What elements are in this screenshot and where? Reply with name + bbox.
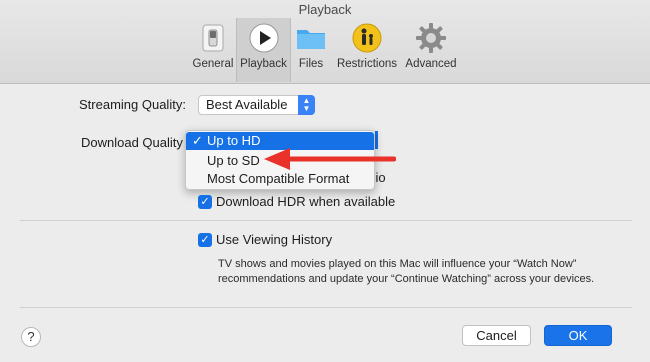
switch-icon [202, 24, 224, 52]
help-button[interactable]: ? [21, 327, 41, 347]
download-quality-label: Download Quality [81, 135, 183, 150]
streaming-quality-label: Streaming Quality: [79, 97, 186, 112]
hdr-label: Download HDR when available [216, 194, 396, 209]
tab-files-label: Files [298, 58, 324, 70]
streaming-quality-popup[interactable]: Best Available ▲ ▼ [198, 95, 315, 115]
tab-playback-label: Playback [240, 58, 287, 70]
cancel-button[interactable]: Cancel [462, 325, 531, 346]
tab-general[interactable]: General [190, 18, 236, 82]
tab-restrictions[interactable]: Restrictions [333, 18, 401, 82]
tab-playback[interactable]: Playback [236, 18, 291, 82]
chevron-updown-icon: ▲ ▼ [298, 95, 315, 115]
tab-general-label: General [192, 58, 234, 70]
tab-advanced-label: Advanced [405, 58, 457, 70]
ok-button[interactable]: OK [544, 325, 612, 346]
tab-restrictions-label: Restrictions [336, 58, 398, 70]
parental-icon [352, 23, 382, 53]
tab-files[interactable]: Files [292, 18, 330, 82]
streaming-quality-value: Best Available [206, 97, 288, 112]
checkmark-icon: ✓ [192, 133, 203, 148]
window-title: Playback [298, 2, 352, 17]
preferences-window: Playback General Playback Files Restrict… [0, 0, 650, 362]
divider-bottom [20, 307, 632, 308]
viewing-history-description: TV shows and movies played on this Mac w… [218, 258, 595, 285]
viewing-history-checkbox[interactable]: ✓ [198, 233, 212, 247]
hdr-checkbox[interactable]: ✓ [198, 195, 212, 209]
divider-top [20, 220, 632, 221]
menu-item-most-compatible[interactable]: Most Compatible Format [186, 170, 374, 188]
gear-icon [416, 23, 446, 53]
toolbar: Playback General Playback Files Restrict… [0, 0, 650, 84]
play-circle-icon [249, 23, 278, 53]
viewing-history-label: Use Viewing History [216, 232, 333, 247]
folder-icon [297, 30, 325, 49]
tab-advanced[interactable]: Advanced [403, 18, 459, 82]
annotation-arrow-icon [264, 148, 396, 170]
